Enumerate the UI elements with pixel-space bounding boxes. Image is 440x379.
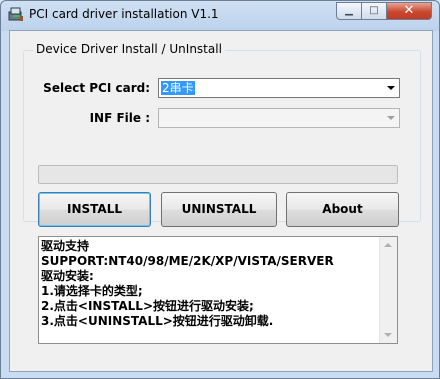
info-line: 驱动支持 (41, 239, 90, 253)
dropdown-arrow-button[interactable] (383, 80, 398, 96)
install-button[interactable]: INSTALL (38, 192, 151, 227)
uninstall-button[interactable]: UNINSTALL (161, 192, 277, 227)
inf-file-select[interactable] (158, 108, 400, 128)
minimize-button[interactable]: ▁ (336, 2, 362, 20)
install-progress-bar (38, 165, 398, 184)
info-line: 驱动安装: (41, 269, 94, 283)
maximize-icon: □ (369, 5, 379, 16)
info-line: SUPPORT:NT40/98/ME/2K/XP/VISTA/SERVER (41, 254, 334, 268)
title-bar[interactable]: PCI card driver installation V1.1 ▁ □ ✕ (1, 1, 439, 29)
info-line: 2.点击<INSTALL>按钮进行驱动安装; (41, 299, 254, 313)
groupbox-title: Device Driver Install / UnInstall (33, 42, 225, 56)
info-line: 1.请选择卡的类型; (41, 284, 143, 298)
close-icon: ✕ (403, 3, 415, 18)
vertical-scrollbar[interactable] (379, 237, 397, 343)
about-button[interactable]: About (286, 192, 399, 227)
inf-file-label: INF File : (89, 111, 150, 125)
scroll-down-icon[interactable] (384, 333, 392, 337)
scroll-up-icon[interactable] (384, 243, 392, 247)
minimize-icon: ▁ (345, 5, 353, 16)
close-button[interactable]: ✕ (386, 2, 432, 20)
chevron-down-icon (387, 116, 395, 120)
pci-card-selected-value: 2串卡 (161, 81, 195, 95)
dropdown-arrow-button[interactable] (383, 110, 398, 126)
app-window: PCI card driver installation V1.1 ▁ □ ✕ … (0, 0, 440, 379)
select-pci-card-label: Select PCI card: (43, 81, 150, 95)
pci-card-select[interactable]: 2串卡 (158, 78, 400, 98)
maximize-button[interactable]: □ (361, 2, 387, 20)
window-title: PCI card driver installation V1.1 (29, 7, 219, 21)
info-textarea[interactable]: 驱动支持 SUPPORT:NT40/98/ME/2K/XP/VISTA/SERV… (38, 236, 398, 344)
dialog-client-area: Device Driver Install / UnInstall Select… (9, 30, 433, 372)
info-text: 驱动支持 SUPPORT:NT40/98/ME/2K/XP/VISTA/SERV… (41, 239, 381, 329)
app-installer-icon (8, 6, 24, 22)
info-line: 3.点击<UNINSTALL>按钮进行驱动卸载. (41, 314, 274, 328)
chevron-down-icon (387, 86, 395, 90)
